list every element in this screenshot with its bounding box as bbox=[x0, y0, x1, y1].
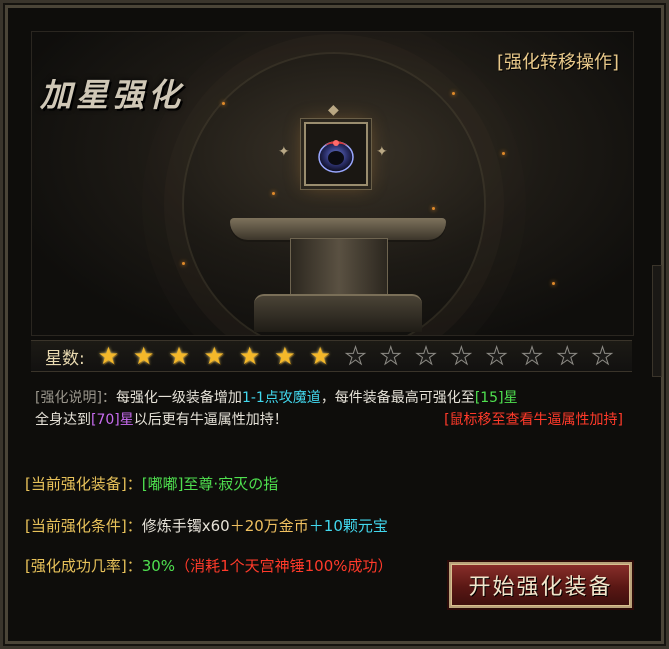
star-filled-icon: ★ bbox=[274, 342, 296, 370]
description-prefix: [强化说明]： bbox=[35, 390, 116, 406]
equipment-slot[interactable] bbox=[304, 122, 368, 186]
ember-spark bbox=[502, 152, 505, 155]
start-enhance-button[interactable]: 开始强化装备 bbox=[449, 562, 632, 608]
star-filled-icon: ★ bbox=[309, 342, 331, 370]
success-rate-row: [强化成功几率]：30%（消耗1个天宫神锤100%成功） bbox=[25, 555, 393, 576]
slot-ornament-icon: ✦ bbox=[278, 144, 290, 160]
ember-spark bbox=[182, 262, 185, 265]
description-text: ，每件装备最高可强化至 bbox=[320, 390, 475, 406]
description-text: 全身达到 bbox=[35, 412, 91, 428]
star-filled-icon: ★ bbox=[97, 342, 120, 370]
current-conditions-row: [当前强化条件]：修炼手镯x60＋20万金币＋10颗元宝 bbox=[25, 515, 388, 536]
enhance-panel: 加星强化 [强化转移操作] ◆ ✦ ✦ 星数: ★ ★ ★ ★ ★ ★ ★ ★ … bbox=[0, 0, 669, 649]
anvil-pillar-decoration bbox=[290, 238, 388, 298]
current-equipment-row: [当前强化装备]：[嘟嘟]至尊·寂灭の指 bbox=[25, 473, 278, 494]
yuanbao-cost: ＋10颗元宝 bbox=[308, 517, 388, 535]
star-empty-icon: ★ bbox=[344, 342, 367, 371]
bonus-attributes-hint[interactable]: [鼠标移至查看牛逼属性加持] bbox=[444, 409, 623, 431]
material-cost: 修炼手镯x60 bbox=[141, 517, 230, 535]
star-empty-icon: ★ bbox=[591, 342, 614, 371]
ember-spark bbox=[272, 192, 275, 195]
ember-spark bbox=[222, 102, 225, 105]
star-unit: 星 bbox=[119, 412, 134, 428]
star-empty-icon: ★ bbox=[521, 342, 544, 371]
slot-ornament-icon: ◆ bbox=[328, 102, 339, 118]
star-filled-icon: ★ bbox=[203, 342, 226, 370]
total-stars-value: [70] bbox=[91, 412, 120, 428]
current-equipment-value: [嘟嘟]至尊·寂灭の指 bbox=[141, 475, 279, 493]
star-empty-icon: ★ bbox=[556, 342, 579, 371]
forge-artwork: 加星强化 [强化转移操作] ◆ ✦ ✦ bbox=[31, 31, 634, 336]
transfer-enhancement-link[interactable]: [强化转移操作] bbox=[497, 48, 619, 74]
star-empty-icon: ★ bbox=[415, 342, 438, 371]
star-filled-icon: ★ bbox=[168, 342, 190, 370]
star-level-bar: 星数: ★ ★ ★ ★ ★ ★ ★ ★ ★ ★ ★ ★ ★ ★ ★ bbox=[31, 340, 632, 372]
description-line-2: 全身达到[70]星以后更有牛逼属性加持！ [鼠标移至查看牛逼属性加持] bbox=[35, 409, 635, 431]
star-empty-icon: ★ bbox=[485, 342, 508, 371]
enhance-description: [强化说明]：每强化一级装备增加1-1点攻魔道，每件装备最高可强化至[15]星 … bbox=[35, 387, 635, 431]
success-rate-label: [强化成功几率]： bbox=[25, 557, 142, 575]
star-filled-icon: ★ bbox=[132, 342, 155, 370]
ember-spark bbox=[452, 92, 455, 95]
stars-label: 星数: bbox=[45, 348, 85, 369]
current-equipment-label: [当前强化装备]： bbox=[25, 475, 142, 493]
success-rate-value: 30% bbox=[141, 557, 176, 575]
star-list: ★ ★ ★ ★ ★ ★ ★ ★ ★ ★ ★ ★ ★ ★ ★ bbox=[91, 341, 620, 371]
star-empty-icon: ★ bbox=[379, 342, 402, 371]
star-empty-icon: ★ bbox=[450, 342, 473, 371]
description-text: 每强化一级装备增加 bbox=[115, 390, 242, 406]
ember-spark bbox=[552, 282, 555, 285]
success-rate-note: （消耗1个天宫神锤100%成功） bbox=[175, 557, 393, 575]
star-filled-icon: ★ bbox=[238, 342, 261, 370]
max-level-value: [15] bbox=[474, 390, 504, 406]
star-unit: 星 bbox=[503, 390, 518, 406]
current-conditions-label: [当前强化条件]： bbox=[25, 517, 142, 535]
description-line-1: [强化说明]：每强化一级装备增加1-1点攻魔道，每件装备最高可强化至[15]星 bbox=[35, 387, 635, 409]
ember-spark bbox=[432, 207, 435, 210]
panel-title: 加星强化 bbox=[40, 76, 185, 114]
scrollbar[interactable] bbox=[652, 265, 662, 377]
description-text: 以后更有牛逼属性加持！ bbox=[133, 412, 288, 428]
slot-ornament-icon: ✦ bbox=[376, 144, 388, 160]
dark-ring-icon bbox=[318, 140, 354, 173]
gold-cost: ＋20万金币 bbox=[229, 517, 309, 535]
anvil-decoration bbox=[230, 218, 446, 240]
anvil-base-decoration bbox=[254, 294, 422, 332]
description-bonus: 1-1点攻魔道 bbox=[241, 390, 321, 406]
